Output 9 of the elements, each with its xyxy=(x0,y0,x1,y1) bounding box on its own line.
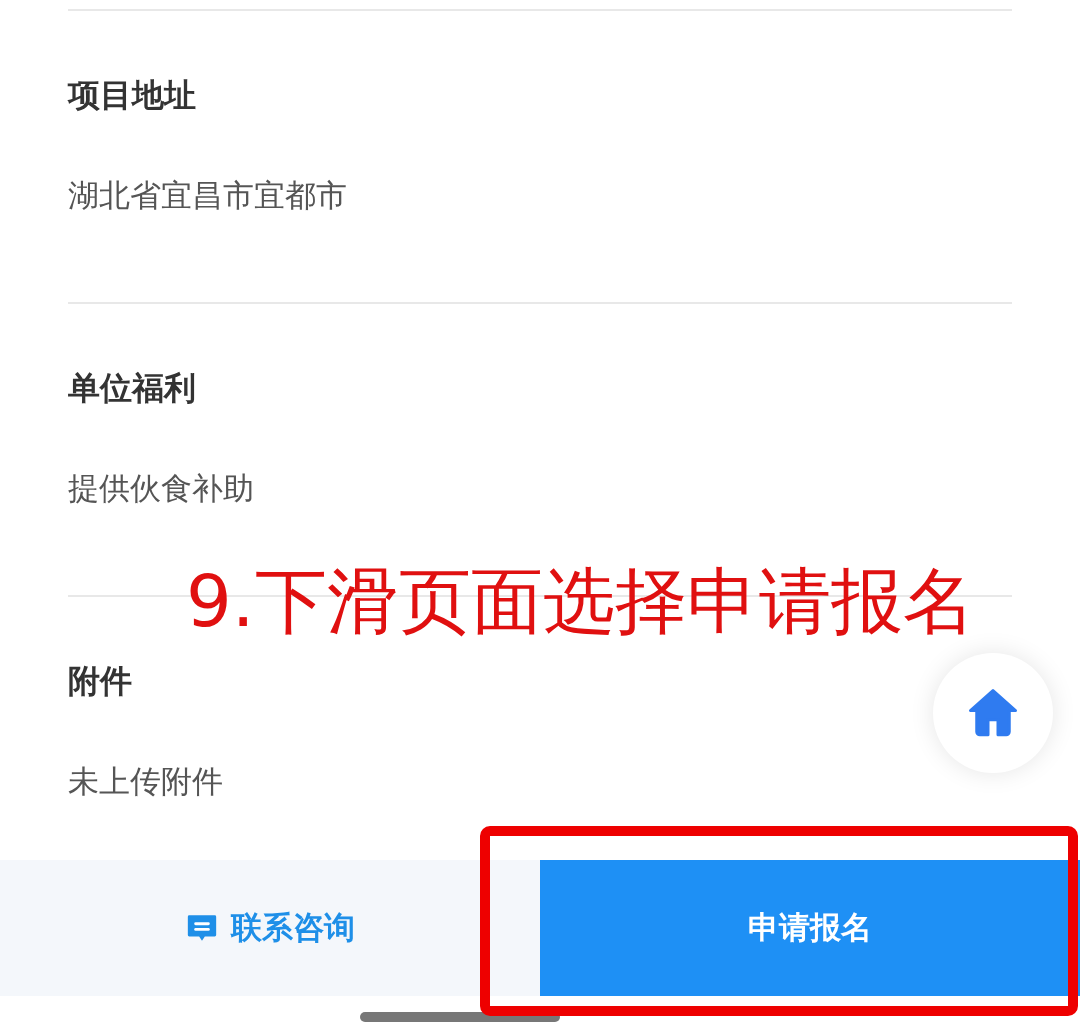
section-label: 项目地址 xyxy=(68,75,197,115)
consult-button[interactable]: 联系咨询 xyxy=(0,860,540,996)
section-label: 附件 xyxy=(68,661,133,701)
apply-button[interactable]: 申请报名 xyxy=(540,860,1080,996)
section-label: 单位福利 xyxy=(68,368,197,408)
section-value: 提供伙食补助 xyxy=(68,469,255,508)
section-value: 湖北省宜昌市宜都市 xyxy=(68,176,348,215)
annotation-text: 9.下滑页面选择申请报名 xyxy=(186,558,975,645)
section-value: 未上传附件 xyxy=(68,762,224,801)
